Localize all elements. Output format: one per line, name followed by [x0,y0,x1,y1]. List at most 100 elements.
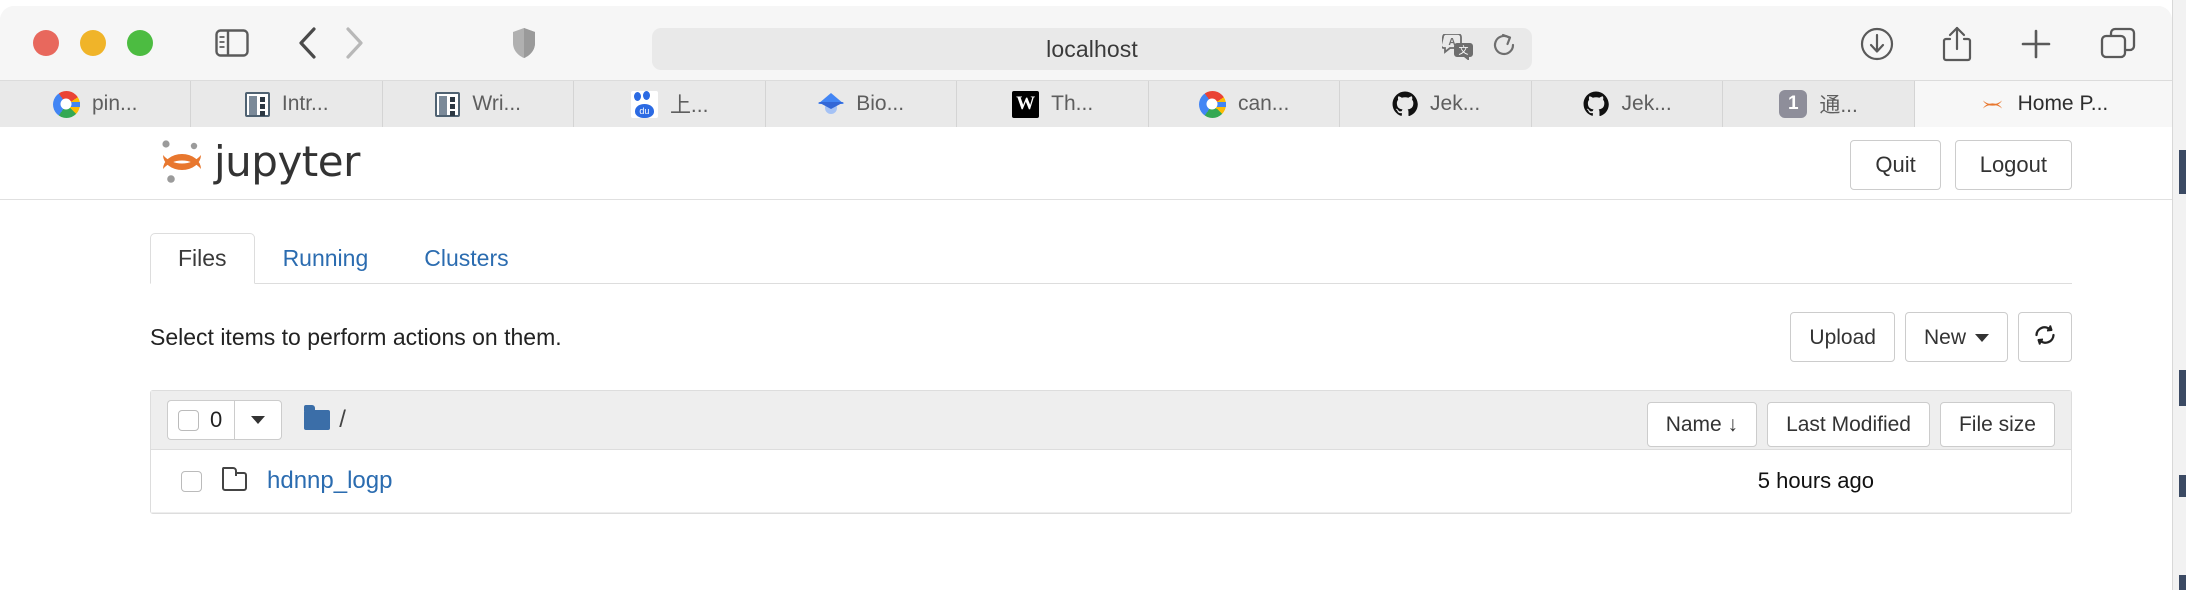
downloads-icon[interactable] [1860,27,1894,66]
google-icon [1198,90,1226,118]
document-icon [435,91,461,117]
refresh-button[interactable] [2018,312,2072,362]
browser-tab-jek-1[interactable]: Jek... [1340,81,1532,127]
action-buttons: Upload New [1790,312,2072,362]
wikipedia-w-icon: W [1012,90,1040,118]
sidebar-toggle-icon[interactable] [215,29,249,57]
github-icon [1391,91,1418,118]
browser-toolbar: localhost A 文 [0,6,2172,80]
logout-button[interactable]: Logout [1954,140,2072,190]
jupyter-brand[interactable]: jupyter [156,135,360,187]
translate-icon[interactable]: A 文 [1440,32,1474,65]
tab-overview-icon[interactable] [2100,27,2136,66]
background-strip [2172,0,2186,590]
jupyter-page: jupyter Quit Logout Files Running Cluste… [0,127,2172,590]
sort-by-file-size-button[interactable]: File size [1939,402,2055,447]
browser-tab-tong[interactable]: 1 通... [1723,81,1915,127]
jupyter-nav-tabs: Files Running Clusters [150,226,2072,284]
share-icon[interactable] [1942,26,1972,67]
row-checkbox[interactable] [181,470,202,492]
close-window-button[interactable] [33,30,59,56]
action-row: Select items to perform actions on them.… [150,312,2072,362]
browser-tab-label: Bio... [856,92,905,115]
browser-tab-label: Wri... [472,92,522,115]
select-all-checkbox-group[interactable]: 0 [167,400,235,440]
browser-tab-home-page[interactable]: Home P... [1914,81,2172,127]
new-button[interactable]: New [1904,312,2008,362]
chevron-down-icon [1975,333,1989,342]
tab-files[interactable]: Files [150,233,255,284]
github-icon [1583,91,1610,118]
window-controls [33,30,153,56]
shield-icon[interactable] [511,27,537,59]
back-button[interactable] [297,26,319,60]
sort-by-last-modified-button[interactable]: Last Modified [1767,402,1930,447]
baidu-icon [630,90,658,118]
jupyter-logo-icon [156,135,208,187]
jupyter-header-buttons: Quit Logout [1850,140,2072,190]
address-bar-actions: A 文 [1440,28,1518,70]
quit-button[interactable]: Quit [1850,140,1941,190]
jupyter-body: Files Running Clusters Select items to p… [150,200,2072,590]
google-icon [52,90,80,118]
upload-button[interactable]: Upload [1790,312,1895,362]
address-bar-url: localhost [1046,35,1138,62]
jupyter-wordmark: jupyter [214,136,360,186]
maximize-window-button[interactable] [127,30,153,56]
reload-icon[interactable] [1492,33,1518,66]
document-icon [244,91,270,117]
row-name-link[interactable]: hdnnp_logp [267,467,392,495]
sort-by-name-button[interactable]: Name ↓ [1646,402,1758,447]
badge-count-icon: 1 [1779,90,1808,118]
jupyter-header: jupyter Quit Logout [0,127,2172,200]
browser-tab-label: pin... [91,92,138,115]
browser-tab-label: 上... [669,94,709,117]
browser-tab-can[interactable]: can... [1149,81,1341,127]
browser-tab-wri[interactable]: Wri... [383,81,575,127]
browser-tab-label: can... [1237,92,1290,115]
browser-tab-label: Jek... [1430,92,1481,115]
jupyter-icon [1979,91,2006,118]
browser-tab-label: 通... [1819,94,1858,117]
selected-count: 0 [210,407,223,432]
refresh-icon [2033,325,2057,351]
row-name-group: hdnnp_logp [181,466,392,495]
tab-running[interactable]: Running [255,233,397,284]
safari-window: localhost A 文 pin... Intr... Wri... 上...… [0,6,2172,590]
folder-icon [304,405,331,430]
select-all-checkbox[interactable] [178,409,199,431]
file-list-header: 0 / Name ↓ Last Modified File size [151,391,2071,450]
browser-tab-th[interactable]: W Th... [957,81,1149,127]
forward-button[interactable] [343,26,365,60]
address-bar[interactable]: localhost A 文 [652,28,1532,70]
minimize-window-button[interactable] [80,30,106,56]
browser-tab-label: Th... [1051,92,1094,115]
breadcrumb-path: / [339,406,346,433]
new-button-label: New [1923,325,1966,349]
action-hint-text: Select items to perform actions on them. [150,323,562,350]
sort-buttons: Name ↓ Last Modified File size [1646,402,2055,447]
tab-clusters[interactable]: Clusters [396,233,536,284]
browser-tab-intr[interactable]: Intr... [191,81,383,127]
chevron-down-icon [251,416,266,424]
row-last-modified: 5 hours ago [1757,468,1874,493]
folder-outline-icon [222,466,247,491]
browser-tab-label: Jek... [1621,92,1672,115]
select-dropdown-button[interactable] [234,400,283,440]
tab-strip: pin... Intr... Wri... 上... Bio... W Th..… [0,80,2172,127]
breadcrumb[interactable]: / [304,405,346,434]
browser-tab-jek-2[interactable]: Jek... [1532,81,1724,127]
browser-tab-baidu[interactable]: 上... [574,81,766,127]
browser-tab-label: Intr... [281,92,329,115]
new-tab-icon[interactable] [2020,28,2052,65]
browser-tab-label: Home P... [2017,92,2109,115]
select-all-group: 0 [167,400,283,440]
file-list: 0 / Name ↓ Last Modified File size hdnnp… [150,390,2072,514]
google-scholar-icon [818,91,845,117]
svg-text:文: 文 [1459,44,1469,57]
table-row[interactable]: hdnnp_logp 5 hours ago [151,450,2071,513]
toolbar-right-icons [1860,26,2136,67]
browser-tab-bio[interactable]: Bio... [766,81,958,127]
desktop: localhost A 文 pin... Intr... Wri... 上...… [0,0,2186,590]
browser-tab-pin[interactable]: pin... [0,81,192,127]
